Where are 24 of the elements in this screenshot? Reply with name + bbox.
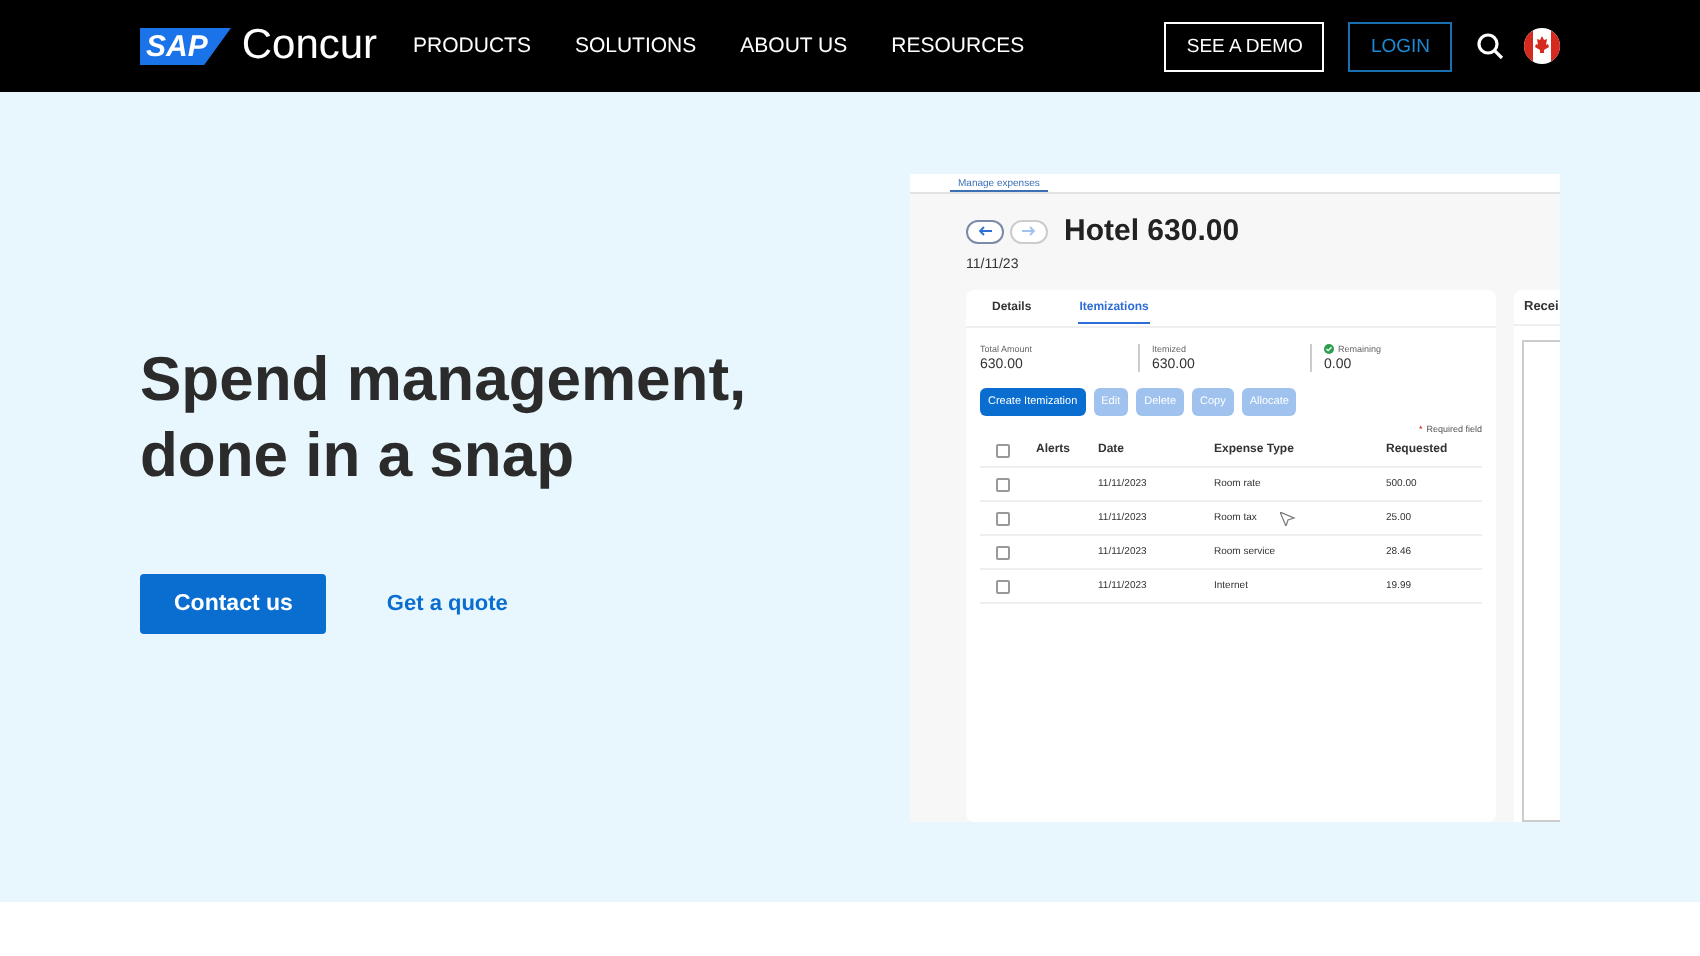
hero-headline: Spend management, done in a snap xyxy=(140,341,749,493)
logo-text[interactable]: Concur xyxy=(241,22,378,70)
contact-button[interactable]: Contact us xyxy=(140,573,327,633)
search-icon[interactable] xyxy=(1476,32,1504,60)
quote-link[interactable]: Get a quote xyxy=(386,591,508,615)
nav-link[interactable]: PRODUCTS xyxy=(413,34,531,58)
expense-title: Hotel 630.00 xyxy=(1064,214,1240,248)
nav-link[interactable]: RESOURCES xyxy=(891,34,1025,58)
checkbox[interactable] xyxy=(996,579,1010,593)
flag-icon[interactable] xyxy=(1524,28,1560,64)
checkbox[interactable] xyxy=(996,443,1010,457)
back-button[interactable] xyxy=(966,219,1004,243)
checkbox[interactable] xyxy=(996,477,1010,491)
nav-link[interactable]: ABOUT US xyxy=(740,34,848,58)
left-arrow-icon xyxy=(978,226,992,236)
demo-button[interactable]: SEE A DEMO xyxy=(1164,21,1325,71)
cursor-icon xyxy=(1280,511,1297,525)
checkbox[interactable] xyxy=(996,511,1010,525)
check-circle-icon xyxy=(1324,344,1334,354)
nav-link[interactable]: SOLUTIONS xyxy=(574,34,697,58)
logo-mark[interactable]: SAP xyxy=(140,27,232,65)
checkbox[interactable] xyxy=(996,545,1010,559)
login-button[interactable]: LOGIN xyxy=(1348,21,1452,71)
right-arrow-icon xyxy=(1022,226,1036,236)
